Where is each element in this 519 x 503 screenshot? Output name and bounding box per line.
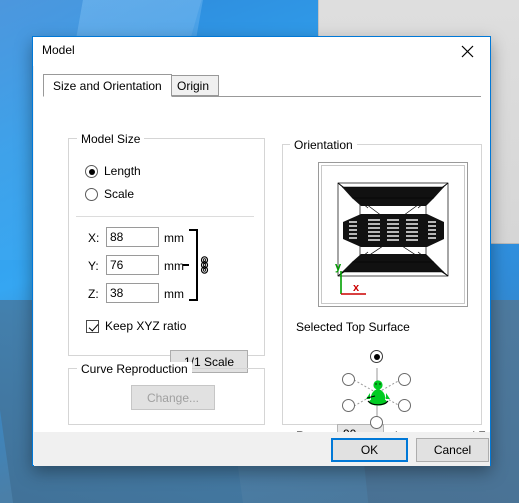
top-surface-radio-top[interactable]	[370, 350, 383, 363]
z-field-label: Z:	[88, 287, 99, 301]
z-unit-label: mm	[164, 287, 184, 301]
title-bar[interactable]: Model	[33, 37, 490, 66]
tab-origin[interactable]: Origin	[167, 75, 220, 96]
curve-reproduction-group-title: Curve Reproduction	[77, 362, 192, 376]
y-field-label: Y:	[88, 259, 99, 273]
radio-length[interactable]	[85, 165, 98, 178]
green-model-figure-icon	[365, 379, 391, 407]
radio-scale[interactable]	[85, 188, 98, 201]
close-icon[interactable]	[445, 37, 490, 65]
y-unit-label: mm	[164, 259, 184, 273]
xyz-link-bracket	[189, 229, 198, 301]
tab-strip: Size and Orientation Origin	[43, 74, 481, 97]
top-surface-picker	[282, 348, 482, 429]
top-surface-radio-upper-left[interactable]	[342, 373, 355, 386]
svg-text:x: x	[353, 282, 360, 294]
radio-scale-label: Scale	[104, 187, 135, 201]
dialog-client-area: Size and Orientation Origin Model Size L…	[34, 66, 490, 457]
model-size-group: Model Size Length Scale X: mm Y: mm Z: m…	[68, 132, 265, 373]
radio-length-label: Length	[104, 164, 141, 178]
ok-button[interactable]: OK	[331, 438, 408, 462]
ok-button-label: OK	[360, 443, 379, 457]
z-size-input[interactable]	[106, 283, 159, 303]
top-surface-radio-upper-right[interactable]	[398, 373, 411, 386]
model-wireframe-canvas: y x	[321, 165, 465, 304]
model-size-group-title: Model Size	[77, 132, 145, 146]
svg-text:y: y	[335, 261, 342, 273]
model-dialog: Model Size and Orientation Origin Model …	[32, 36, 491, 466]
tab-label: Origin	[177, 79, 210, 93]
group-divider	[76, 216, 254, 217]
selected-top-surface-label: Selected Top Surface	[296, 320, 410, 334]
x-field-label: X:	[88, 231, 100, 245]
change-curve-button[interactable]: Change...	[131, 385, 215, 410]
chain-link-icon	[200, 256, 209, 274]
top-surface-radio-bottom[interactable]	[370, 416, 383, 429]
xyz-link-bracket-nub	[183, 264, 189, 266]
change-curve-label: Change...	[146, 390, 200, 405]
tab-size-and-orientation[interactable]: Size and Orientation	[43, 74, 172, 97]
curve-reproduction-group: Curve Reproduction Change...	[68, 362, 265, 425]
top-surface-radio-lower-left[interactable]	[342, 399, 355, 412]
cancel-button[interactable]: Cancel	[416, 438, 489, 462]
orientation-group-title: Orientation	[290, 138, 357, 152]
keep-xyz-ratio-label: Keep XYZ ratio	[105, 319, 187, 333]
dialog-footer: OK Cancel	[34, 432, 490, 466]
keep-xyz-ratio-checkbox[interactable]	[86, 320, 99, 333]
model-wireframe-preview[interactable]: y x	[318, 162, 468, 307]
window-title: Model	[42, 43, 75, 57]
cancel-button-label: Cancel	[433, 443, 472, 457]
x-size-input[interactable]	[106, 227, 159, 247]
tab-label: Size and Orientation	[53, 79, 162, 93]
y-size-input[interactable]	[106, 255, 159, 275]
x-unit-label: mm	[164, 231, 184, 245]
top-surface-radio-lower-right[interactable]	[398, 399, 411, 412]
